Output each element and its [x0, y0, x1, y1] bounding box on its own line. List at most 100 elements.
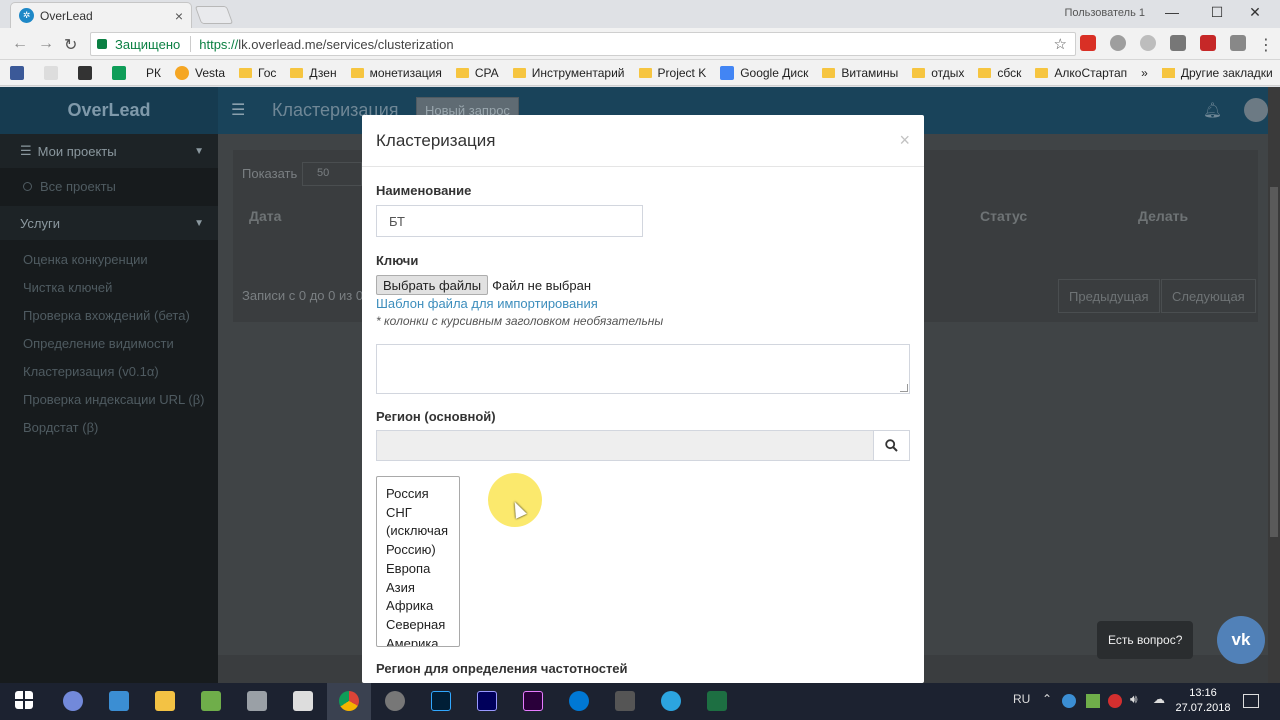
sidebar-item-competition[interactable]: Оценка конкуренции	[0, 245, 218, 273]
bookmark-folder[interactable]: Project K	[638, 66, 706, 80]
page-size-select[interactable]: 50	[302, 162, 362, 186]
template-file-link[interactable]: Шаблон файла для импортирования	[376, 296, 598, 311]
sidebar-my-projects[interactable]: ☰ Мои проекты ▼	[0, 134, 218, 168]
maximize-button[interactable]: ☐	[1202, 4, 1232, 21]
list-item[interactable]: Россия	[386, 485, 459, 504]
bookmark-item[interactable]: Google Диск	[720, 65, 808, 80]
bell-icon[interactable]: 🔔︎	[1203, 101, 1222, 119]
task-view-icon[interactable]	[109, 691, 129, 711]
column-status[interactable]: Статус	[980, 208, 1027, 224]
list-item[interactable]: Африка	[386, 597, 459, 616]
sidebar-item-key-cleaning[interactable]: Чистка ключей	[0, 273, 218, 301]
yt-extension-icon[interactable]	[1080, 35, 1096, 51]
name-input[interactable]: БТ	[376, 205, 643, 237]
bookmark-folder[interactable]: Гос	[239, 66, 276, 80]
sidebar-services[interactable]: Услуги ▼	[0, 206, 218, 240]
tab-close-icon[interactable]: ×	[175, 8, 183, 24]
forward-arrow-icon[interactable]: →	[38, 35, 54, 53]
telegram-icon[interactable]	[661, 691, 681, 711]
ten-icon[interactable]	[78, 65, 98, 80]
trend-icon[interactable]	[44, 65, 64, 80]
record-icon[interactable]	[1108, 694, 1122, 708]
next-page-button[interactable]: Следующая	[1161, 279, 1256, 313]
premiere-icon[interactable]	[523, 691, 543, 711]
vk-chat-button[interactable]: vk	[1217, 616, 1265, 664]
browser-app-icon[interactable]	[569, 691, 589, 711]
facebook-icon[interactable]	[10, 65, 30, 80]
modal-close-icon[interactable]: ×	[899, 130, 910, 151]
chevron-up-icon[interactable]: ⌃	[1042, 692, 1052, 706]
browser-tab[interactable]: ✲ OverLead ×	[10, 2, 192, 28]
timer-extension-icon[interactable]	[1110, 35, 1126, 51]
tray-app-icon[interactable]	[1086, 694, 1100, 708]
new-tab-button[interactable]	[194, 6, 234, 24]
sidebar-item-occurrence-check[interactable]: Проверка вхождений (бета)	[0, 301, 218, 329]
sidebar-item-index-check[interactable]: Проверка индексации URL (β)	[0, 385, 218, 413]
list-item[interactable]: Азия	[386, 579, 459, 598]
calculator-icon[interactable]	[615, 691, 635, 711]
scrollbar-thumb[interactable]	[1270, 187, 1278, 537]
list-item[interactable]: Европа	[386, 560, 459, 579]
region-listbox[interactable]: Россия СНГ (исключая Россию) Европа Азия…	[376, 476, 460, 647]
resize-handle-icon[interactable]	[900, 384, 908, 392]
excel-icon[interactable]	[707, 691, 727, 711]
clock[interactable]: 13:16 27.07.2018	[1173, 686, 1233, 716]
url-input[interactable]: Защищено https:// lk.overlead.me/service…	[90, 32, 1076, 56]
minimize-button[interactable]: —	[1157, 4, 1187, 20]
chrome-icon[interactable]	[339, 691, 359, 711]
bookmark-folder[interactable]: монетизация	[350, 66, 442, 80]
list-item[interactable]: Америка	[386, 635, 459, 646]
keys-textarea[interactable]	[376, 344, 910, 394]
fox-app-icon[interactable]	[293, 691, 313, 711]
prev-page-button[interactable]: Предыдущая	[1058, 279, 1160, 313]
discord-icon[interactable]	[63, 691, 83, 711]
audition-icon[interactable]	[477, 691, 497, 711]
sidebar-item-wordstat[interactable]: Вордстат (β)	[0, 413, 218, 441]
network-icon[interactable]: ☁︎	[1153, 692, 1165, 706]
ccleaner-icon[interactable]	[385, 691, 405, 711]
chart-extension-icon[interactable]	[1200, 35, 1216, 51]
bookmark-folder[interactable]: Витамины	[822, 66, 898, 80]
bookmark-folder[interactable]: АлкоСтартап	[1035, 66, 1127, 80]
windows-start-icon[interactable]	[15, 691, 33, 709]
menu-dots-icon[interactable]: ⋮	[1258, 35, 1274, 55]
language-indicator[interactable]: RU	[1013, 692, 1030, 706]
like-extension-icon[interactable]	[1230, 35, 1246, 51]
sheet-icon[interactable]	[112, 65, 132, 80]
choose-files-button[interactable]: Выбрать файлы	[376, 275, 489, 295]
region-search-input[interactable]	[376, 430, 874, 461]
sidebar-all-projects[interactable]: Все проекты	[0, 172, 218, 200]
sidebar-item-visibility[interactable]: Определение видимости	[0, 329, 218, 357]
file-explorer-icon[interactable]	[155, 691, 175, 711]
list-item[interactable]: СНГ	[386, 504, 459, 523]
list-item[interactable]: Россию)	[386, 541, 459, 560]
close-window-button[interactable]: ✕	[1240, 4, 1270, 21]
list-item[interactable]: (исключая	[386, 522, 459, 541]
music-extension-icon[interactable]	[1170, 35, 1186, 51]
bookmark-folder[interactable]: отдых	[912, 66, 964, 80]
reload-icon[interactable]: ↻	[64, 35, 77, 55]
bookmark-folder[interactable]: Дзен	[290, 66, 337, 80]
bookmark-item[interactable]: Vesta	[175, 65, 225, 80]
column-action[interactable]: Делать	[1138, 208, 1188, 224]
app-logo[interactable]: OverLead	[0, 87, 218, 134]
question-tooltip[interactable]: Есть вопрос?	[1097, 621, 1194, 659]
volume-icon[interactable]: 🔊︎	[1130, 692, 1138, 707]
page-scrollbar[interactable]	[1268, 87, 1280, 683]
bookmark-star-icon[interactable]: ☆	[1054, 35, 1067, 53]
list-item[interactable]: Северная	[386, 616, 459, 635]
back-arrow-icon[interactable]: ←	[12, 35, 28, 53]
column-date[interactable]: Дата	[249, 208, 281, 224]
other-bookmarks-folder[interactable]: Другие закладки	[1161, 66, 1273, 80]
notifications-icon[interactable]	[1243, 694, 1259, 708]
bookmark-folder[interactable]: CPA	[455, 66, 499, 80]
sidebar-item-clusterization[interactable]: Кластеризация (v0.1α)	[0, 357, 218, 385]
app-icon[interactable]	[247, 691, 267, 711]
notepad-icon[interactable]	[201, 691, 221, 711]
avatar[interactable]	[1244, 98, 1268, 122]
search-button[interactable]	[874, 430, 910, 461]
bookmarks-more-button[interactable]: »	[1141, 66, 1148, 80]
bookmark-item[interactable]: РК	[146, 66, 161, 80]
photoshop-icon[interactable]	[431, 691, 451, 711]
tray-app-icon[interactable]	[1062, 694, 1076, 708]
